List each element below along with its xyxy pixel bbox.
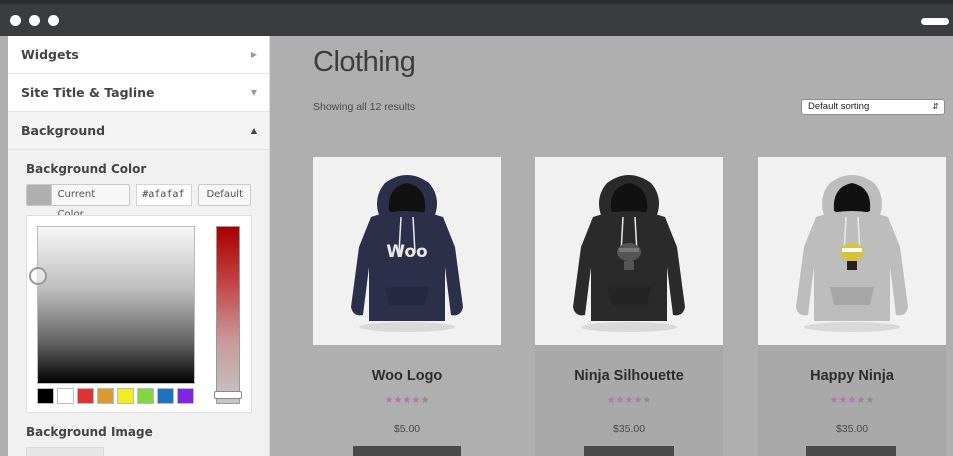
sorting-select-value: Default sorting xyxy=(808,101,870,112)
customizer-sidebar: Widgets ▶ Site Title & Tagline ▼ Backgro… xyxy=(8,36,270,456)
product-image[interactable] xyxy=(758,157,946,345)
hue-slider-handle[interactable] xyxy=(214,391,242,399)
palette-swatch[interactable] xyxy=(57,388,74,404)
star-icon: ★ xyxy=(384,395,394,406)
chevron-right-icon: ▶ xyxy=(250,50,257,59)
palette-swatch[interactable] xyxy=(37,388,54,404)
hoodie-illustration xyxy=(573,175,685,332)
page-title: Clothing xyxy=(313,46,416,78)
menu-icon[interactable] xyxy=(921,18,949,25)
star-icon: ★ xyxy=(615,395,625,406)
shop-main: Clothing Showing all 12 results Default … xyxy=(271,36,953,456)
color-palette xyxy=(37,388,197,404)
add-to-cart-button[interactable] xyxy=(584,446,674,456)
color-picker xyxy=(26,215,252,413)
window-dot-3[interactable] xyxy=(48,15,59,26)
section-widgets[interactable]: Widgets ▶ xyxy=(8,36,269,74)
star-icon: ★ xyxy=(393,395,403,406)
sorting-select[interactable]: Default sorting ⇵ xyxy=(801,99,945,115)
section-site-title[interactable]: Site Title & Tagline ▼ xyxy=(8,74,269,112)
star-icon: ★ xyxy=(420,395,430,406)
select-updown-icon: ⇵ xyxy=(932,102,939,111)
chevron-down-icon: ▼ xyxy=(250,88,257,97)
palette-swatch[interactable] xyxy=(97,388,114,404)
star-rating: ★★★★★ xyxy=(313,395,501,406)
product-name[interactable]: Ninja Silhouette xyxy=(535,368,723,384)
chevron-up-icon: ▲ xyxy=(250,126,257,135)
current-color-button[interactable]: Current Color xyxy=(51,183,131,220)
section-widgets-label: Widgets xyxy=(21,47,79,62)
palette-swatch[interactable] xyxy=(177,388,194,404)
background-color-label: Background Color xyxy=(26,162,147,176)
palette-swatch[interactable] xyxy=(157,388,174,404)
product-name[interactable]: Happy Ninja xyxy=(758,368,946,384)
star-icon: ★ xyxy=(606,395,616,406)
current-color-swatch[interactable] xyxy=(26,183,52,206)
star-icon: ★ xyxy=(829,395,839,406)
saturation-field[interactable] xyxy=(29,226,195,384)
product-card[interactable]: Woo Woo Logo ★★★★★ $5.00 xyxy=(313,157,501,456)
title-bar xyxy=(0,0,953,36)
star-icon: ★ xyxy=(838,395,848,406)
product-price: $5.00 xyxy=(393,423,421,435)
hex-color-input[interactable]: #afafaf xyxy=(136,183,193,206)
palette-swatch[interactable] xyxy=(137,388,154,404)
background-section-body: Background Color Current Color #afafaf D… xyxy=(8,150,269,456)
product-price: $35.00 xyxy=(835,423,869,435)
add-to-cart-button[interactable] xyxy=(806,446,896,456)
hoodie-illustration xyxy=(796,175,908,332)
window-dot-2[interactable] xyxy=(29,15,40,26)
star-rating: ★★★★★ xyxy=(535,395,723,406)
product-price: $35.00 xyxy=(612,423,646,435)
hoodie-illustration: Woo xyxy=(351,175,463,332)
star-icon: ★ xyxy=(642,395,652,406)
product-card[interactable]: Happy Ninja ★★★★★ $35.00 xyxy=(758,157,946,456)
browser-window: Widgets ▶ Site Title & Tagline ▼ Backgro… xyxy=(0,0,953,456)
svg-text:Woo: Woo xyxy=(386,242,428,262)
star-rating: ★★★★★ xyxy=(758,395,946,406)
select-image-button[interactable] xyxy=(26,447,104,456)
palette-swatch[interactable] xyxy=(77,388,94,404)
section-background[interactable]: Background ▲ xyxy=(8,112,269,150)
color-control-row: Current Color #afafaf Default xyxy=(26,183,251,220)
saturation-handle[interactable] xyxy=(29,267,47,285)
product-image[interactable] xyxy=(535,157,723,345)
hue-slider[interactable] xyxy=(214,226,242,404)
window-dot-1[interactable] xyxy=(10,15,21,26)
product-image[interactable]: Woo xyxy=(313,157,501,345)
palette-swatch[interactable] xyxy=(117,388,134,404)
result-count: Showing all 12 results xyxy=(313,101,416,113)
add-to-cart-button[interactable] xyxy=(353,446,461,456)
product-name[interactable]: Woo Logo xyxy=(313,368,501,384)
background-image-label: Background Image xyxy=(26,425,153,439)
section-background-label: Background xyxy=(21,123,106,138)
product-card[interactable]: Ninja Silhouette ★★★★★ $35.00 xyxy=(535,157,723,456)
default-color-button[interactable]: Default xyxy=(198,183,251,206)
star-icon: ★ xyxy=(865,395,875,406)
section-site-title-label: Site Title & Tagline xyxy=(21,85,155,100)
